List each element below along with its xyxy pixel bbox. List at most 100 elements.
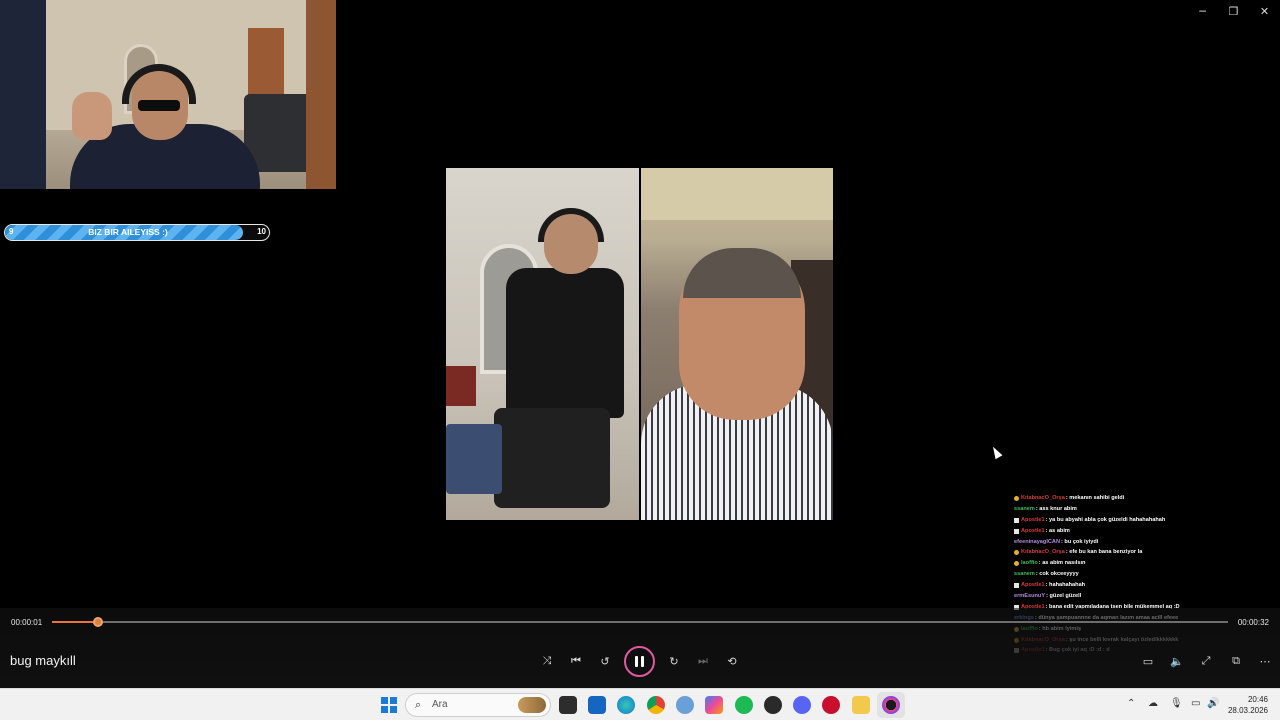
player-controls: 00:00:01 00:00:32 bug maykıll ⤨ ⏮ ↺ ↻ ⏭ … [0, 608, 1280, 688]
chat-message: KıtabnacO_Orşa: efe bu kan bana benziyor… [1014, 547, 1204, 558]
chat-message: ssanem: ass knur abim [1014, 504, 1204, 515]
dark-app-icon[interactable] [764, 696, 782, 714]
cloud-icon[interactable]: ☁ [1148, 698, 1158, 709]
webcam-coat [0, 0, 46, 189]
chat-username: ssanem [1014, 571, 1035, 578]
chat-username: efeeninayagICAN [1014, 538, 1061, 545]
total-time: 00:00:32 [1237, 618, 1269, 627]
pause-icon [635, 656, 644, 667]
chat-badge-icon [1014, 550, 1019, 556]
chat-text: : as abim nasılsın [1038, 560, 1086, 567]
screen: ─ ❐ ✕ 9 BIZ BIR AILEYISS :) 10 KıtabnacO… [0, 0, 1280, 720]
clock-time: 20:46 [1247, 695, 1268, 704]
seek-bar-handle[interactable] [92, 617, 103, 627]
webcam-door-frame [306, 0, 336, 189]
chat-text: : ya bu abyahi abla çok güzeldi hahahaha… [1045, 516, 1166, 523]
video-panel-right [641, 168, 833, 520]
left-video-person-shorts [494, 408, 610, 508]
fullscreen-icon[interactable]: ⤢ [1199, 652, 1213, 670]
previous-icon[interactable]: ⏮ [569, 652, 583, 670]
search-icon: ⌕ [415, 698, 422, 711]
chat-message: ssanem: cok okceeyyyy [1014, 569, 1204, 580]
restore-button[interactable]: ❐ [1218, 0, 1249, 22]
chat-username: KıtabnacO_Orşa [1021, 549, 1065, 556]
chat-badge-icon [1014, 517, 1019, 523]
webcam-overlay [0, 0, 336, 189]
close-button[interactable]: ✕ [1249, 0, 1280, 22]
chat-text: : güzel güzell [1046, 593, 1082, 600]
taskbar-clock[interactable]: 20:46 28.03.2026 [1228, 694, 1268, 716]
shuffle-icon[interactable]: ⤨ [540, 652, 554, 670]
mouse-cursor-icon [989, 444, 1003, 460]
waving-hand [72, 92, 112, 140]
search-highlight-image [518, 697, 546, 713]
spotify-icon[interactable] [735, 696, 753, 714]
chat-badge-icon [1014, 561, 1019, 567]
windows-start-icon[interactable] [381, 697, 397, 713]
chat-text: : mekanın sahibi geldi [1065, 495, 1125, 501]
chat-message: KıtabnacO_Orşa: mekanın sahibi geldi [1014, 493, 1204, 504]
chat-badge-icon [1014, 583, 1019, 589]
display-icon[interactable]: ▭ [1191, 698, 1200, 709]
chat-text: : ass knur abim [1035, 505, 1077, 512]
next-icon[interactable]: ⏭ [696, 652, 710, 670]
chrome-icon[interactable] [647, 696, 665, 714]
chat-message: laoffio: as abim nasılsın [1014, 558, 1204, 569]
chat-username: ermEsunuY [1014, 593, 1046, 600]
chat-username: laoffio [1021, 560, 1038, 567]
pause-button[interactable] [624, 646, 655, 677]
chat-username: Apostle1 [1021, 582, 1045, 589]
taskbar-search[interactable]: ⌕ Ara [405, 693, 551, 717]
volume-icon[interactable]: 🔈 [1170, 652, 1184, 670]
discord-icon[interactable] [793, 696, 811, 714]
track-title: bug maykıll [10, 653, 76, 668]
window-controls: ─ ❐ ✕ [1187, 0, 1280, 22]
search-placeholder: Ara [432, 699, 448, 710]
speaker-icon[interactable]: 🔊 [1207, 698, 1219, 709]
mini-player-icon[interactable]: ⧉ [1229, 652, 1243, 670]
microphone-icon[interactable]: 🎙 [1170, 698, 1183, 709]
subtitles-icon[interactable]: ▭ [1141, 652, 1155, 670]
chat-username: ssanem [1014, 505, 1035, 512]
chat-message: Apostle1: ya bu abyahi abla çok güzeldi … [1014, 515, 1204, 526]
media-player-icon[interactable] [882, 696, 900, 714]
chat-text: : cok okceeyyyy [1035, 571, 1079, 578]
goal-end-value: 10 [257, 227, 266, 236]
edge-icon[interactable] [617, 696, 635, 714]
chat-text: : bu çok iyiydi [1061, 538, 1099, 545]
chat-message: Apostle1: hahahahahah [1014, 580, 1204, 591]
seek-bar[interactable] [52, 617, 1228, 627]
minimize-button[interactable]: ─ [1187, 0, 1218, 22]
copilot-icon[interactable] [705, 696, 723, 714]
chevron-up-icon[interactable]: ⌃ [1127, 698, 1135, 709]
goal-progress-bar: 9 BIZ BIR AILEYISS :) 10 [4, 224, 270, 241]
sunglasses [138, 100, 180, 111]
chat-badge-icon [1014, 528, 1019, 534]
chat-message: ermEsunuY: güzel güzell [1014, 591, 1204, 602]
more-options-icon[interactable]: ⋯ [1258, 652, 1272, 670]
chat-text: : efe bu kan bana benziyor la [1065, 549, 1143, 556]
outlook-icon[interactable] [588, 696, 606, 714]
chat-text: : as abim [1045, 527, 1070, 534]
chat-message: efeeninayagICAN: bu çok iyiydi [1014, 537, 1204, 548]
chat-username: Apostle1 [1021, 516, 1045, 523]
video-panel-left [446, 168, 639, 520]
headset-icon [538, 208, 604, 242]
current-time: 00:00:01 [11, 618, 43, 627]
red-app-icon[interactable] [822, 696, 840, 714]
left-video-person-body [506, 268, 624, 418]
left-video-furniture [446, 366, 476, 406]
right-video-person-hair [683, 248, 801, 298]
settings-icon[interactable] [676, 696, 694, 714]
chat-message: Apostle1: as abim [1014, 526, 1204, 537]
rewind-10-icon[interactable]: ↺ [598, 652, 612, 670]
chat-badge-icon [1014, 495, 1019, 501]
left-video-chair [446, 424, 502, 494]
repeat-off-icon[interactable]: ⟲ [725, 652, 739, 670]
forward-30-icon[interactable]: ↻ [667, 652, 681, 670]
folder-icon[interactable] [852, 696, 870, 714]
taskbar: ⌕ Ara ⌃ ☁ 🎙 ▭ 🔊 20:46 28.03.2026 [0, 688, 1280, 720]
clock-date: 28.03.2026 [1227, 706, 1268, 715]
file-explorer-dark-icon[interactable] [559, 696, 577, 714]
seek-bar-fill [52, 621, 98, 623]
